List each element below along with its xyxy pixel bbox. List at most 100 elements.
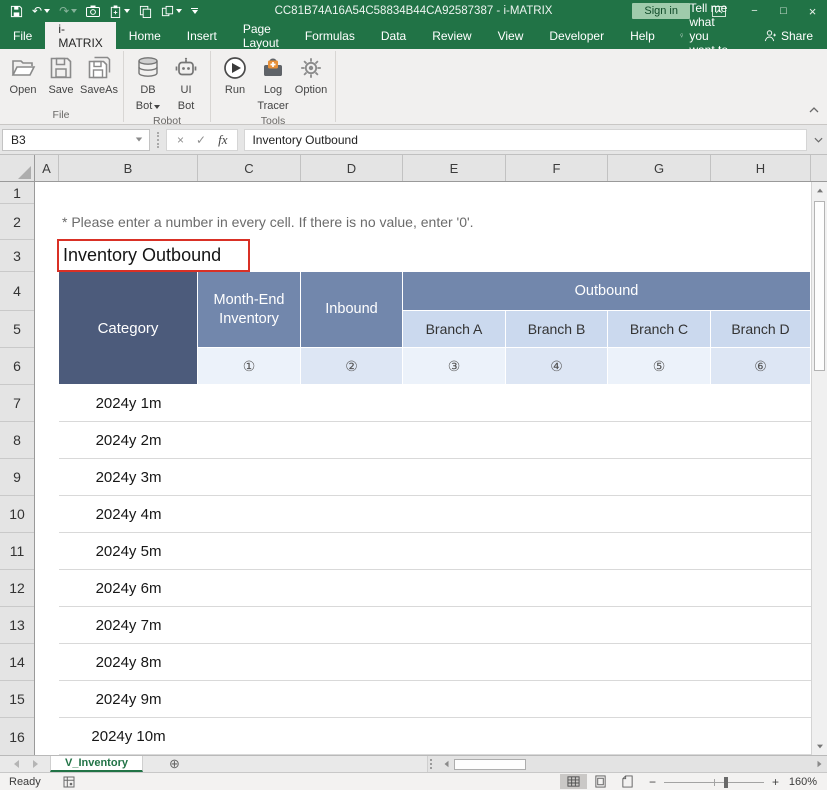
tab-view[interactable]: View [485,22,537,49]
qat-paste-button[interactable] [109,5,130,18]
minimize-button[interactable]: − [740,0,769,22]
enter-entry-button[interactable]: ✓ [196,134,206,146]
expand-formula-bar-button[interactable] [809,137,827,143]
scroll-left-button[interactable] [438,760,454,768]
table-row[interactable]: 2024y 2m [59,422,811,459]
close-button[interactable]: × [798,0,827,22]
macro-record-icon[interactable] [63,776,75,788]
column-header-d[interactable]: D [301,155,403,181]
row-header-11[interactable]: 11 [0,533,34,570]
qat-redo-button[interactable]: ↷ [59,5,77,17]
option-button[interactable]: Option [292,52,330,97]
row-header-8[interactable]: 8 [0,422,34,459]
tab-data[interactable]: Data [368,22,419,49]
column-header-f[interactable]: F [506,155,608,181]
row-header-7[interactable]: 7 [0,385,34,422]
tab-developer[interactable]: Developer [536,22,617,49]
select-all-corner[interactable] [0,155,35,181]
row-header-9[interactable]: 9 [0,459,34,496]
column-header-e[interactable]: E [403,155,506,181]
tab-file[interactable]: File [0,22,45,49]
horizontal-scrollbar[interactable] [427,756,827,772]
tab-page-layout[interactable]: Page Layout [230,22,292,49]
db-bot-button[interactable]: DB Bot [129,52,167,113]
table-row[interactable]: 2024y 5m [59,533,811,570]
tab-home[interactable]: Home [116,22,174,49]
zoom-slider-thumb[interactable] [724,777,728,788]
month-cell[interactable]: 2024y 6m [59,570,198,606]
qat-copy-button[interactable] [139,5,152,18]
month-cell[interactable]: 2024y 8m [59,644,198,680]
qat-camera-button[interactable] [86,5,100,17]
log-tracer-button[interactable]: Log Tracer [254,52,292,113]
table-row[interactable]: 2024y 4m [59,496,811,533]
table-row[interactable]: 2024y 1m [59,385,811,422]
table-header-inbound[interactable]: Inbound [301,272,403,348]
page-break-view-button[interactable] [614,774,641,789]
table-header-branch-b[interactable]: Branch B [506,311,608,348]
formula-input[interactable]: Inventory Outbound [244,129,807,151]
month-cell[interactable]: 2024y 9m [59,681,198,717]
column-mark-5[interactable]: ⑤ [608,348,711,385]
tab-help[interactable]: Help [617,22,668,49]
cancel-entry-button[interactable]: × [177,134,184,146]
qat-undo-button[interactable]: ↶ [32,5,50,17]
month-cell[interactable]: 2024y 4m [59,496,198,532]
instruction-note-cell[interactable]: * Please enter a number in every cell. I… [62,204,474,240]
scroll-down-button[interactable] [812,738,827,755]
ui-bot-button[interactable]: UI Bot [167,52,205,113]
qat-duplicate-button[interactable] [161,5,182,18]
collapse-ribbon-button[interactable] [809,100,819,118]
row-header-1[interactable]: 1 [0,182,34,204]
name-box[interactable]: B3 [2,129,150,151]
new-sheet-button[interactable]: ⊕ [169,756,180,772]
scrollbar-resize-handle[interactable] [430,759,432,769]
zoom-slider[interactable] [664,775,764,789]
save-button[interactable]: Save [42,52,80,97]
table-row[interactable]: 2024y 9m [59,681,811,718]
row-header-2[interactable]: 2 [0,204,34,240]
table-header-month-end-inventory[interactable]: Month-End Inventory [198,272,301,348]
table-header-outbound[interactable]: Outbound [403,272,811,311]
table-header-branch-c[interactable]: Branch C [608,311,711,348]
table-row[interactable]: 2024y 7m [59,607,811,644]
row-header-10[interactable]: 10 [0,496,34,533]
table-row[interactable]: 2024y 8m [59,644,811,681]
vertical-scrollbar[interactable] [811,182,827,755]
table-row[interactable]: 2024y 10m [59,718,811,755]
qat-more-button[interactable] [191,8,198,14]
sheet-tab-v-inventory[interactable]: V_Inventory [50,756,143,772]
row-header-3[interactable]: 3 [0,240,34,272]
next-sheet-button[interactable] [33,760,38,768]
page-layout-view-button[interactable] [587,774,614,789]
column-header-c[interactable]: C [198,155,301,181]
insert-function-button[interactable]: fx [218,132,227,148]
zoom-in-button[interactable]: + [764,775,787,789]
month-cell[interactable]: 2024y 5m [59,533,198,569]
column-mark-2[interactable]: ② [301,348,403,385]
row-header-5[interactable]: 5 [0,311,34,348]
column-mark-1[interactable]: ① [198,348,301,385]
tab-review[interactable]: Review [419,22,484,49]
tab-insert[interactable]: Insert [174,22,230,49]
row-header-12[interactable]: 12 [0,570,34,607]
scroll-right-button[interactable] [811,760,827,768]
table-header-category[interactable]: Category [59,272,198,385]
row-header-6[interactable]: 6 [0,348,34,385]
month-cell[interactable]: 2024y 3m [59,459,198,495]
column-mark-3[interactable]: ③ [403,348,506,385]
column-mark-4[interactable]: ④ [506,348,608,385]
tab-i-matrix[interactable]: i-MATRIX [45,22,115,49]
zoom-out-button[interactable]: − [641,775,664,789]
normal-view-button[interactable] [560,774,587,789]
column-header-b[interactable]: B [59,155,198,181]
saveas-button[interactable]: SaveAs [80,52,118,97]
column-header-g[interactable]: G [608,155,711,181]
row-header-13[interactable]: 13 [0,607,34,644]
month-cell[interactable]: 2024y 10m [59,718,198,754]
share-button[interactable]: Share [749,22,827,49]
column-header-h[interactable]: H [711,155,811,181]
qat-save-button[interactable] [10,5,23,18]
tell-me-box[interactable]: Tell me what you want to do [668,22,749,49]
row-header-15[interactable]: 15 [0,681,34,718]
